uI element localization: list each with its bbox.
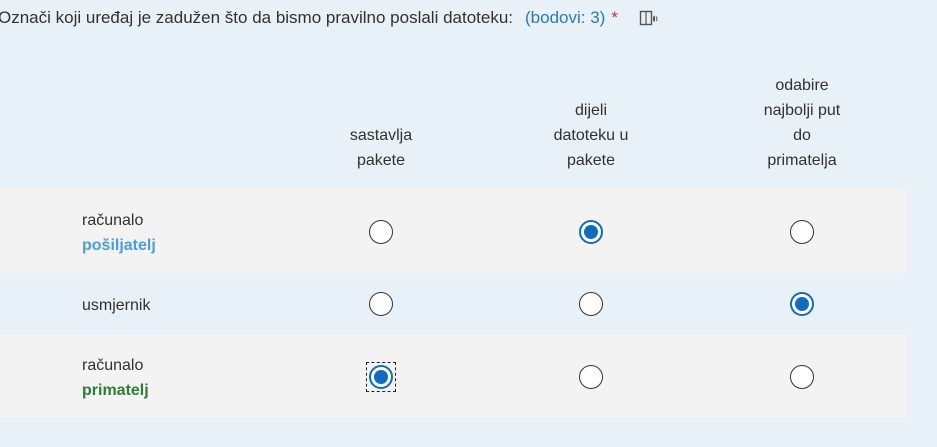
question-text: Označi koji uređaj je zadužen što da bis… bbox=[0, 8, 514, 27]
immersive-reader-icon[interactable] bbox=[638, 8, 660, 28]
radio-sender-splits[interactable] bbox=[579, 220, 603, 244]
matrix-row-router: usmjernik bbox=[0, 273, 907, 334]
matrix-row-receiver: računalo primatelj bbox=[0, 334, 907, 418]
radio-receiver-splits[interactable] bbox=[579, 365, 603, 389]
row-label-device: računalo bbox=[82, 357, 144, 374]
column-header-assembles-packets: sastavlja pakete bbox=[349, 127, 413, 169]
row-label-receiver: računalo primatelj bbox=[82, 353, 149, 403]
row-label-router: usmjernik bbox=[82, 297, 151, 314]
required-marker: * bbox=[611, 8, 618, 27]
matrix-row-sender: računalo pošiljatelj bbox=[0, 189, 907, 273]
row-sublabel-receiver: primatelj bbox=[82, 382, 149, 399]
column-header-chooses-route: odabire najbolji put do primatelja bbox=[763, 77, 841, 169]
radio-router-splits[interactable] bbox=[579, 292, 603, 316]
question-header: Označi koji uređaj je zadužen što da bis… bbox=[0, 4, 660, 32]
radio-receiver-route[interactable] bbox=[790, 365, 814, 389]
row-label-device: računalo bbox=[82, 212, 144, 229]
radio-receiver-assembles[interactable] bbox=[369, 365, 393, 389]
radio-sender-route[interactable] bbox=[790, 220, 814, 244]
points-label: (bodovi: 3) bbox=[525, 8, 606, 27]
row-sublabel-sender: pošiljatelj bbox=[82, 237, 156, 254]
radio-router-assembles[interactable] bbox=[369, 292, 393, 316]
column-header-splits-file: dijeli datoteku u pakete bbox=[553, 102, 629, 169]
radio-router-route[interactable] bbox=[790, 292, 814, 316]
row-label-sender: računalo pošiljatelj bbox=[82, 208, 156, 258]
radio-sender-assembles[interactable] bbox=[369, 220, 393, 244]
